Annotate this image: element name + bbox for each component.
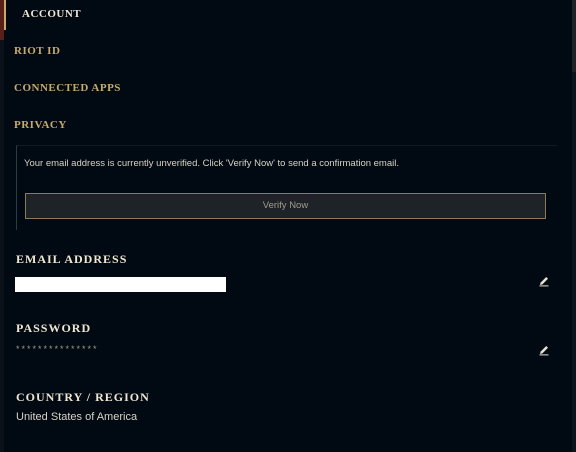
email-address-title: EMAIL ADDRESS [16, 252, 128, 266]
left-edge [0, 0, 4, 452]
scrollbar-thumb[interactable] [572, 0, 576, 72]
country-region-value: United States of America [16, 411, 138, 423]
nav-item-privacy[interactable]: PRIVACY [14, 119, 67, 131]
scrollbar-track[interactable] [572, 0, 576, 452]
country-region-title: COUNTRY / REGION [16, 390, 150, 404]
password-title: PASSWORD [16, 321, 92, 335]
account-settings-panel: ACCOUNT RIOT ID CONNECTED APPS PRIVACY Y… [0, 0, 576, 452]
password-masked-value: *************** [16, 344, 99, 354]
verify-now-button[interactable]: Verify Now [25, 193, 546, 219]
email-address-value [15, 277, 226, 292]
pencil-icon[interactable] [538, 343, 550, 356]
nav-item-riot-id[interactable]: RIOT ID [14, 45, 60, 57]
nav-item-connected-apps[interactable]: CONNECTED APPS [14, 82, 121, 94]
verification-notice-text: Your email address is currently unverifi… [24, 158, 399, 169]
active-nav-marker [4, 0, 6, 30]
pencil-icon[interactable] [538, 274, 550, 287]
nav-item-account[interactable]: ACCOUNT [22, 8, 81, 20]
